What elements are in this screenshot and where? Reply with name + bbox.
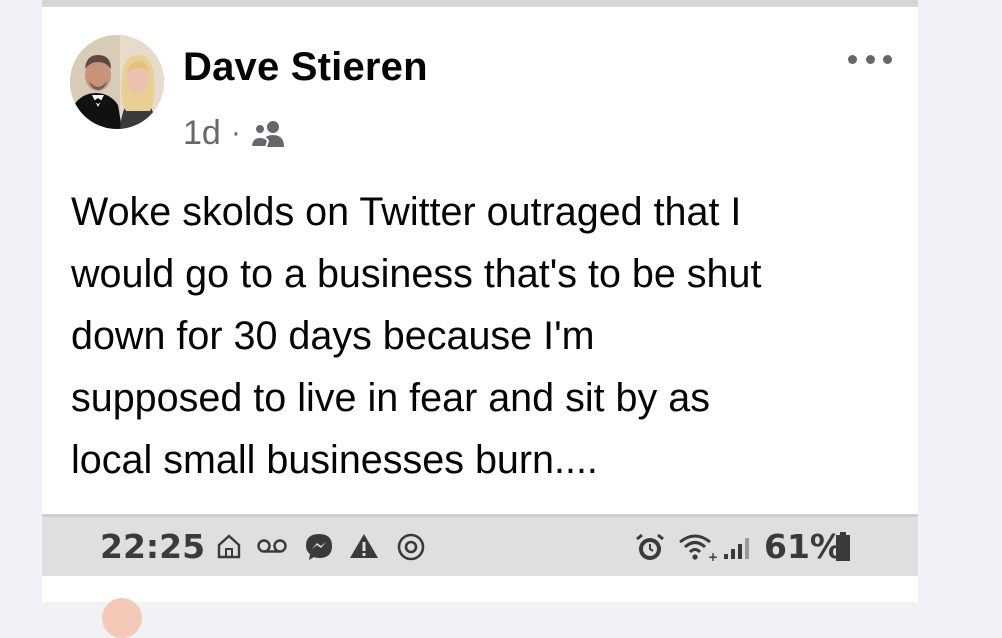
dot-icon (883, 54, 892, 64)
alert-triangle-icon (350, 534, 378, 558)
battery-icon (836, 532, 850, 561)
post-card: Dave Stieren 1d · Woke skolds on Twitter… (42, 7, 918, 514)
post-meta: 1d · (183, 113, 287, 153)
signal-icon (724, 538, 749, 559)
home-icon (217, 534, 241, 559)
previous-card-edge (42, 0, 918, 7)
more-options-icon[interactable] (848, 47, 892, 71)
author-name[interactable]: Dave Stieren (183, 45, 428, 90)
svg-text:+: + (708, 550, 718, 562)
post-timestamp[interactable]: 1d (183, 114, 221, 153)
dot-icon (865, 54, 875, 64)
status-time: 22:25 (100, 527, 206, 566)
status-bar: 22:25 + 61% (42, 514, 918, 576)
page-gutter (918, 0, 1002, 602)
alarm-icon (636, 533, 664, 560)
avatar[interactable] (70, 35, 164, 129)
voicemail-icon (257, 539, 287, 553)
at-sign-icon (397, 533, 425, 561)
avatar[interactable] (102, 598, 142, 638)
post-text: Woke skolds on Twitter outraged that I w… (71, 190, 762, 482)
battery-percentage: 61% (764, 527, 843, 566)
friends-icon[interactable] (249, 118, 287, 148)
messenger-icon (306, 534, 332, 560)
avatar-photo (70, 35, 164, 129)
next-post-card (42, 576, 918, 638)
meta-separator: · (230, 116, 241, 149)
wifi-icon: + (679, 534, 718, 562)
dot-icon (848, 54, 857, 64)
